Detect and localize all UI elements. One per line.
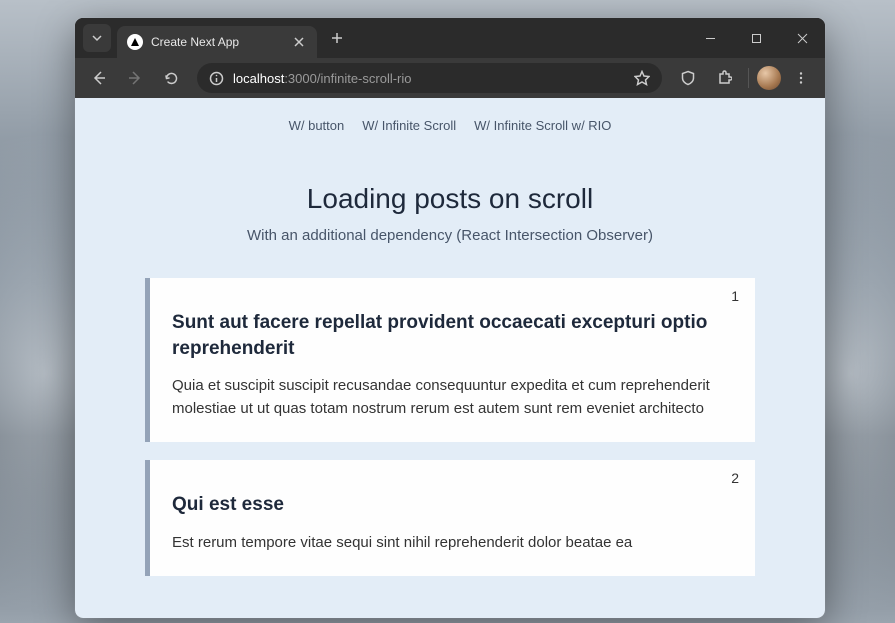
nav-link-infinite-scroll[interactable]: W/ Infinite Scroll	[362, 118, 456, 133]
url-port: :3000	[284, 71, 317, 86]
profile-avatar[interactable]	[757, 66, 781, 90]
star-icon	[634, 70, 650, 86]
close-window-button[interactable]	[779, 18, 825, 58]
shield-button[interactable]	[672, 62, 704, 94]
new-tab-button[interactable]	[323, 24, 351, 52]
browser-tab[interactable]: Create Next App	[117, 26, 317, 58]
bookmark-button[interactable]	[632, 68, 652, 88]
kebab-icon	[794, 71, 808, 85]
favicon	[127, 34, 143, 50]
url-path: /infinite-scroll-rio	[317, 71, 412, 86]
arrow-right-icon	[126, 69, 144, 87]
extensions-button[interactable]	[708, 62, 740, 94]
nav-link-infinite-scroll-rio[interactable]: W/ Infinite Scroll w/ RIO	[474, 118, 611, 133]
post-number: 1	[731, 288, 739, 304]
window-controls	[687, 18, 825, 58]
tab-search-dropdown[interactable]	[83, 24, 111, 52]
page-content[interactable]: W/ button W/ Infinite Scroll W/ Infinite…	[75, 98, 825, 618]
url-text: localhost:3000/infinite-scroll-rio	[233, 71, 624, 86]
address-bar[interactable]: localhost:3000/infinite-scroll-rio	[197, 63, 662, 93]
forward-button[interactable]	[119, 62, 151, 94]
post-title: Qui est esse	[172, 492, 733, 518]
page-subtitle: With an additional dependency (React Int…	[75, 227, 825, 244]
page-title: Loading posts on scroll	[75, 183, 825, 215]
nav-link-button[interactable]: W/ button	[289, 118, 345, 133]
reload-icon	[163, 70, 180, 87]
toolbar: localhost:3000/infinite-scroll-rio	[75, 58, 825, 98]
plus-icon	[331, 32, 343, 44]
tab-close-button[interactable]	[291, 34, 307, 50]
post-body: Quia et suscipit suscipit recusandae con…	[172, 375, 733, 420]
page: W/ button W/ Infinite Scroll W/ Infinite…	[75, 98, 825, 576]
chevron-down-icon	[91, 32, 103, 44]
site-info-button[interactable]	[207, 69, 225, 87]
toolbar-divider	[748, 68, 749, 88]
maximize-button[interactable]	[733, 18, 779, 58]
browser-window: Create Next App	[75, 18, 825, 618]
back-button[interactable]	[83, 62, 115, 94]
post-card: 1 Sunt aut facere repellat provident occ…	[145, 278, 755, 442]
reload-button[interactable]	[155, 62, 187, 94]
post-body: Est rerum tempore vitae sequi sint nihil…	[172, 532, 733, 555]
post-card: 2 Qui est esse Est rerum tempore vitae s…	[145, 460, 755, 576]
maximize-icon	[751, 33, 762, 44]
post-number: 2	[731, 470, 739, 486]
info-icon	[209, 71, 224, 86]
titlebar: Create Next App	[75, 18, 825, 58]
nav-links: W/ button W/ Infinite Scroll W/ Infinite…	[75, 118, 825, 133]
minimize-button[interactable]	[687, 18, 733, 58]
post-title: Sunt aut facere repellat provident occae…	[172, 310, 733, 361]
menu-button[interactable]	[785, 62, 817, 94]
url-host: localhost	[233, 71, 284, 86]
posts-list: 1 Sunt aut facere repellat provident occ…	[75, 278, 825, 576]
puzzle-icon	[716, 70, 732, 86]
tab-title: Create Next App	[151, 35, 283, 49]
minimize-icon	[705, 33, 716, 44]
close-icon	[797, 33, 808, 44]
arrow-left-icon	[90, 69, 108, 87]
close-icon	[294, 37, 304, 47]
shield-icon	[680, 70, 696, 86]
